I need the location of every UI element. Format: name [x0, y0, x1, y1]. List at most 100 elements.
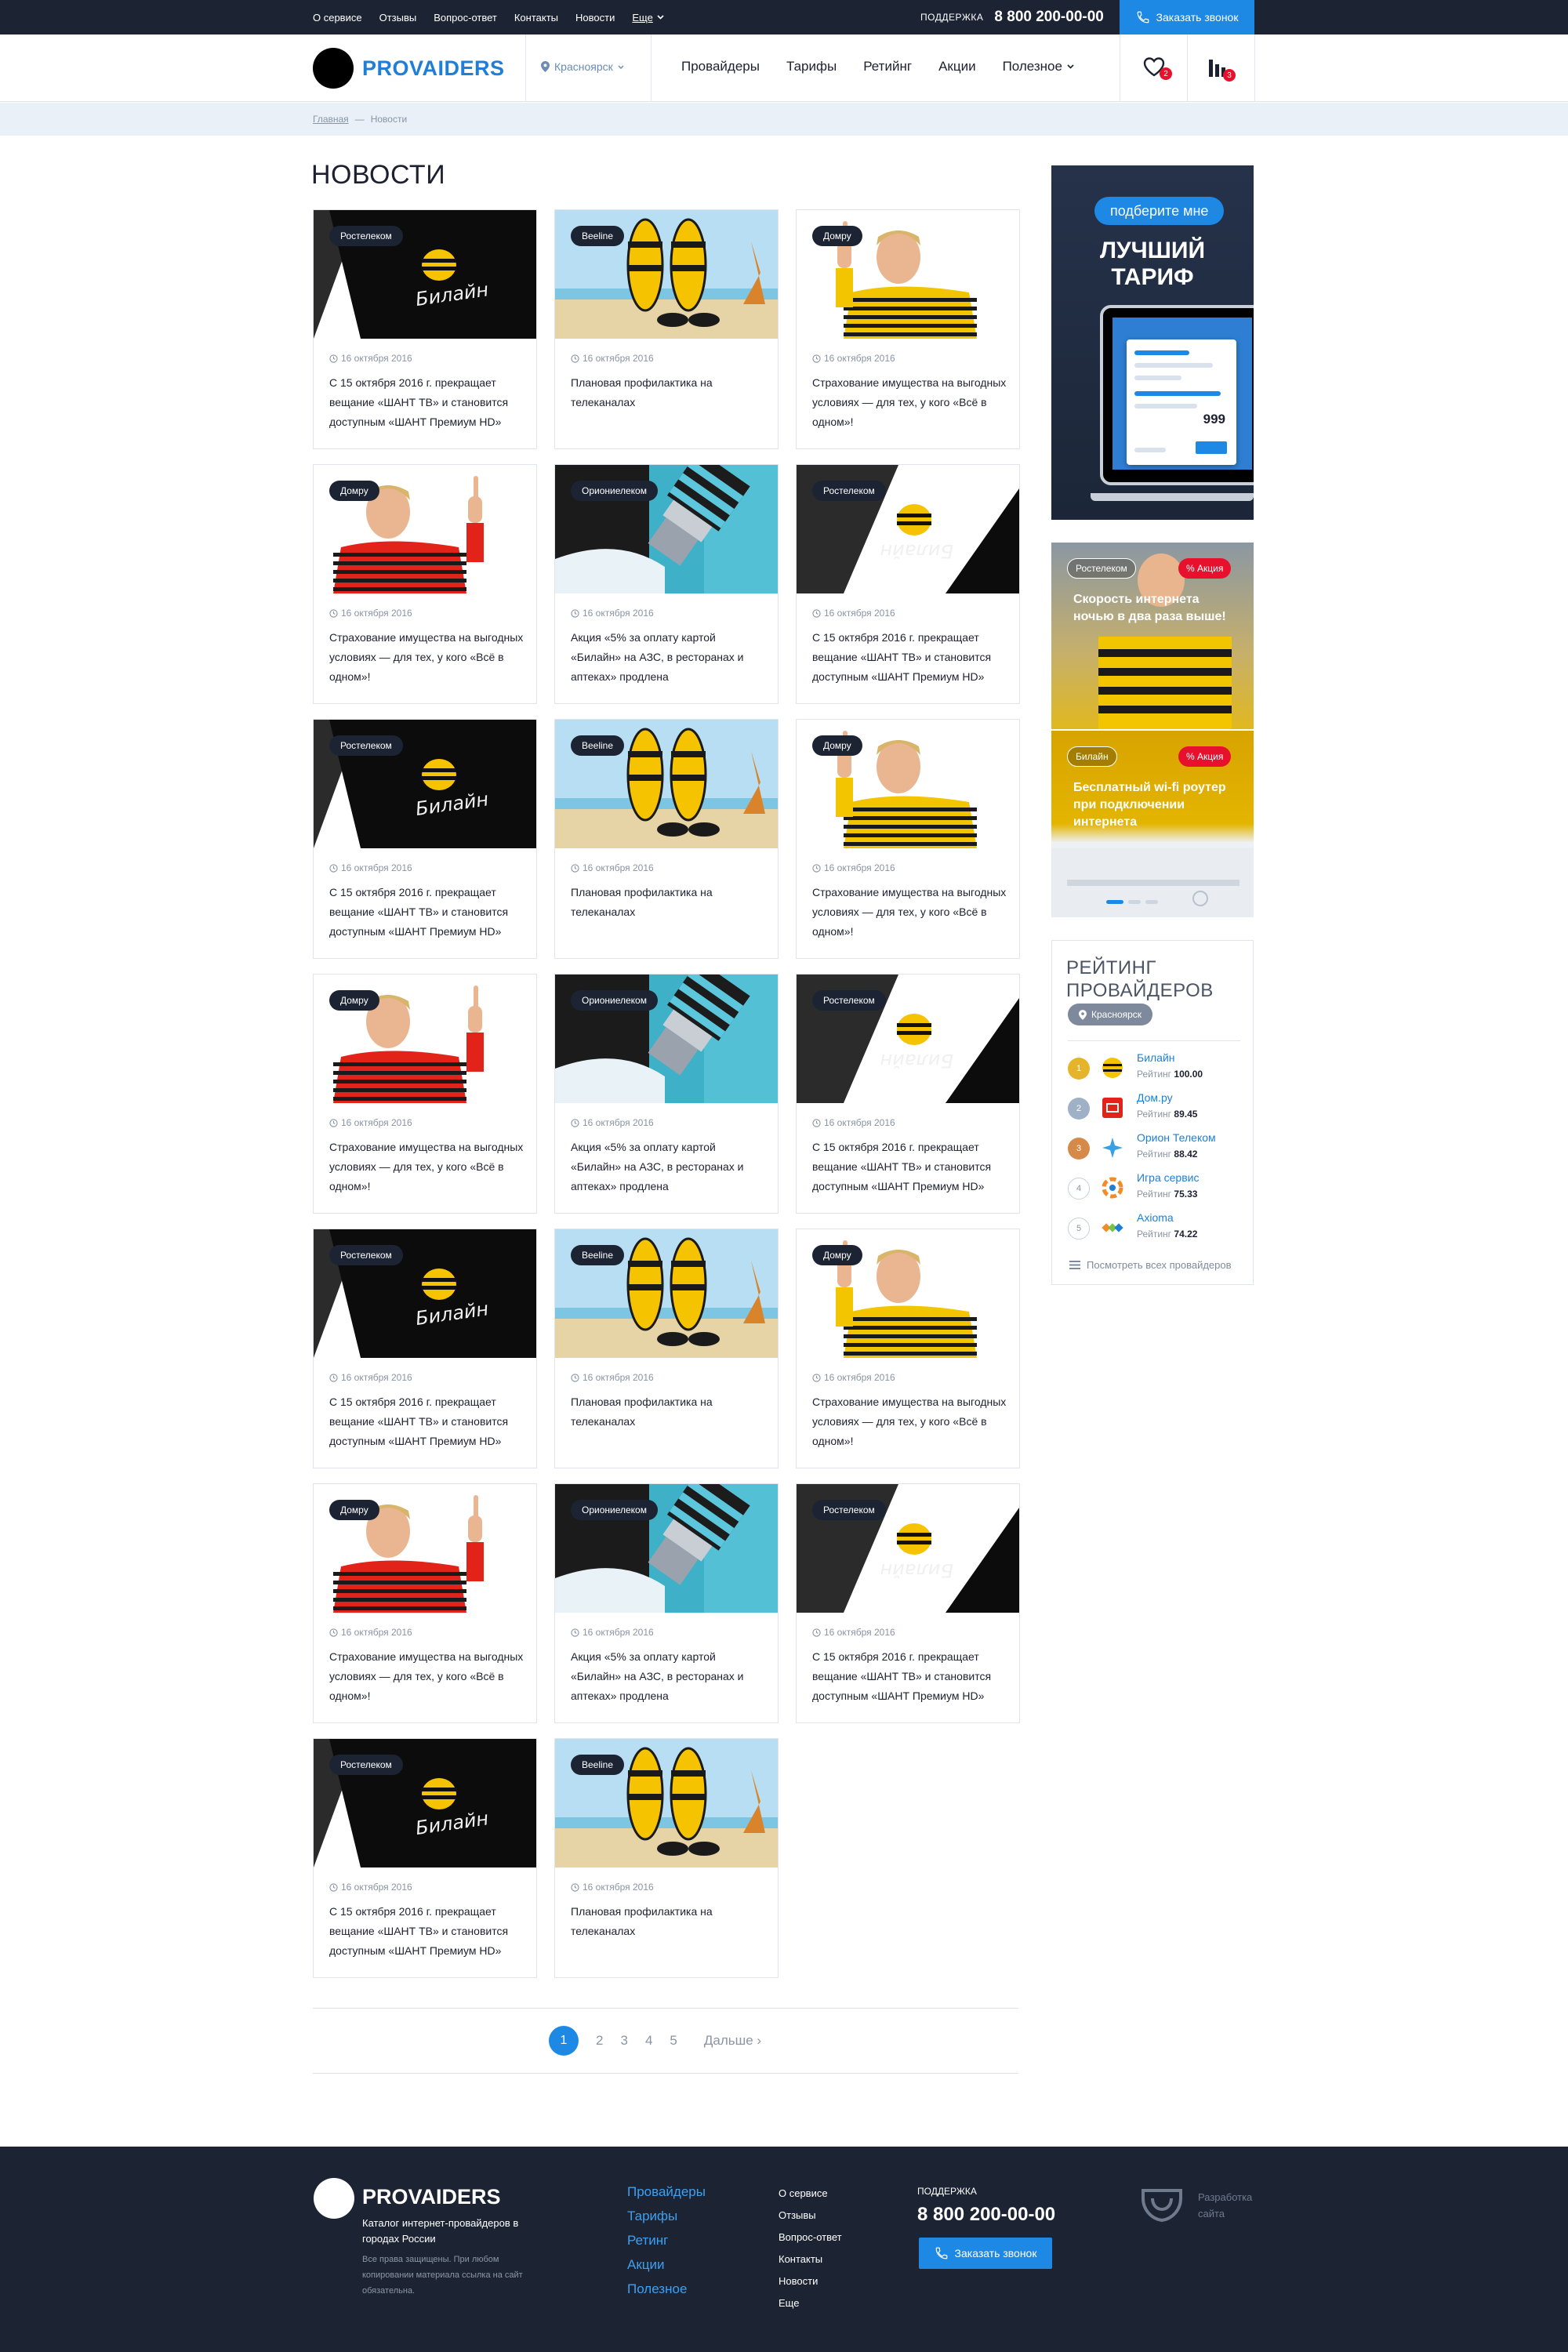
next-page-link[interactable]: Дальше ›: [704, 2033, 761, 2049]
news-card[interactable]: Ориониелеком 16 октября 2016 Акция «5% за …: [554, 464, 779, 704]
news-card[interactable]: Билайн Ростелеком 16 октября 2016 С 15 октя…: [313, 209, 537, 449]
page-1-button[interactable]: 1: [549, 2026, 579, 2056]
news-card[interactable]: Билайн Ростелеком 16 октября 2016 С 15 октя…: [313, 1229, 537, 1468]
breadcrumb-home[interactable]: Главная: [313, 114, 349, 125]
news-title[interactable]: С 15 октября 2016 г. прекращает вещание …: [812, 1138, 1008, 1196]
news-provider-tag[interactable]: Ростелеком: [812, 481, 886, 501]
footer-nav-useful[interactable]: Полезное: [627, 2281, 706, 2297]
compare-button[interactable]: 3: [1207, 56, 1236, 82]
provider-name[interactable]: Игра сервис: [1137, 1171, 1199, 1184]
developer-credit[interactable]: Разработка сайта: [1138, 2186, 1256, 2225]
news-provider-tag[interactable]: Домру: [812, 735, 862, 756]
news-card[interactable]: Билайн Ростелеком 16 октября 2016 С 15 октя…: [313, 1738, 537, 1978]
news-title[interactable]: Страхование имущества на выгодных услови…: [812, 373, 1008, 432]
news-card[interactable]: Домру 16 октября 2016 Страхование имуществ…: [796, 209, 1020, 449]
top-link-contacts[interactable]: Контакты: [514, 12, 558, 24]
news-card[interactable]: Домру 16 октября 2016 Страхование имуществ…: [313, 974, 537, 1214]
nav-providers[interactable]: Провайдеры: [681, 59, 760, 74]
slider-dot[interactable]: [1128, 900, 1141, 904]
rating-row[interactable]: 1 Билайн Рейтинг 100.00: [1068, 1050, 1240, 1086]
footer-logo-text[interactable]: PROVAIDERS: [362, 2185, 501, 2209]
rating-row[interactable]: 4 Игра сервис Рейтинг 75.33: [1068, 1170, 1240, 1206]
news-card[interactable]: Билайн Ростелеком 16 октября 2016 С 15 октя…: [796, 974, 1020, 1214]
news-title[interactable]: Акция «5% за оплату картой «Билайн» на А…: [571, 1647, 767, 1706]
news-card[interactable]: Домру 16 октября 2016 Страхование имуществ…: [796, 1229, 1020, 1468]
news-card[interactable]: Beeline 16 октября 2016 Плановая профилакт…: [554, 209, 779, 449]
news-title[interactable]: Страхование имущества на выгодных услови…: [812, 1392, 1008, 1451]
news-provider-tag[interactable]: Ростелеком: [329, 1245, 403, 1265]
nav-useful[interactable]: Полезное: [1003, 59, 1074, 74]
news-provider-tag[interactable]: Ориониелеком: [571, 481, 658, 501]
news-provider-tag[interactable]: Ростелеком: [329, 226, 403, 246]
city-selector[interactable]: Красноярск: [541, 60, 624, 73]
news-card[interactable]: Ориониелеком 16 октября 2016 Акция «5% за …: [554, 974, 779, 1214]
news-card[interactable]: Домру 16 октября 2016 Страхование имуществ…: [313, 464, 537, 704]
slider-dot[interactable]: [1145, 900, 1158, 904]
news-title[interactable]: С 15 октября 2016 г. прекращает вещание …: [329, 1392, 525, 1451]
news-title[interactable]: Страхование имущества на выгодных услови…: [329, 1647, 525, 1706]
news-title[interactable]: Страхование имущества на выгодных услови…: [812, 883, 1008, 942]
news-title[interactable]: Акция «5% за оплату картой «Билайн» на А…: [571, 628, 767, 687]
footer-logo-mark[interactable]: [314, 2178, 354, 2219]
rating-row[interactable]: 5 Axioma Рейтинг 74.22: [1068, 1210, 1240, 1246]
news-card[interactable]: Домру 16 октября 2016 Страхование имуществ…: [313, 1483, 537, 1723]
top-link-faq[interactable]: Вопрос-ответ: [434, 12, 497, 24]
news-card[interactable]: Ориониелеком 16 октября 2016 Акция «5% за …: [554, 1483, 779, 1723]
news-provider-tag[interactable]: Beeline: [571, 226, 625, 246]
news-provider-tag[interactable]: Ростелеком: [329, 1755, 403, 1775]
provider-name[interactable]: Орион Телеком: [1137, 1131, 1216, 1144]
news-card[interactable]: Билайн Ростелеком 16 октября 2016 С 15 октя…: [796, 1483, 1020, 1723]
top-link-about[interactable]: О сервисе: [313, 12, 362, 24]
news-provider-tag[interactable]: Домру: [812, 1245, 862, 1265]
promo-slide[interactable]: Ростелеком % Акция Скорость интернета но…: [1051, 543, 1254, 729]
news-provider-tag[interactable]: Beeline: [571, 1245, 625, 1265]
top-link-news[interactable]: Новости: [575, 12, 615, 24]
footer-support-phone[interactable]: 8 800 200-00-00: [917, 2204, 1055, 2226]
news-card[interactable]: Билайн Ростелеком 16 октября 2016 С 15 октя…: [313, 719, 537, 959]
footer-link-contacts[interactable]: Контакты: [779, 2253, 842, 2265]
footer-link-reviews[interactable]: Отзывы: [779, 2209, 842, 2221]
news-provider-tag[interactable]: Домру: [329, 1500, 379, 1520]
call-request-button[interactable]: Заказать звонок: [1120, 0, 1254, 34]
news-card[interactable]: Beeline 16 октября 2016 Плановая профилакт…: [554, 1229, 779, 1468]
news-card[interactable]: Билайн Ростелеком 16 октября 2016 С 15 октя…: [796, 464, 1020, 704]
news-provider-tag[interactable]: Домру: [812, 226, 862, 246]
news-card[interactable]: Beeline 16 октября 2016 Плановая профилакт…: [554, 719, 779, 959]
news-card[interactable]: Домру 16 октября 2016 Страхование имуществ…: [796, 719, 1020, 959]
top-link-reviews[interactable]: Отзывы: [379, 12, 417, 24]
tariff-promo-banner[interactable]: подберите мне ЛУЧШИЙ ТАРИФ 999: [1051, 165, 1254, 520]
news-title[interactable]: Плановая профилактика на телеканалах: [571, 883, 767, 922]
news-provider-tag[interactable]: Ростелеком: [812, 990, 886, 1011]
news-provider-tag[interactable]: Домру: [329, 481, 379, 501]
top-link-more[interactable]: Еще: [632, 12, 664, 24]
page-2-button[interactable]: 2: [596, 2033, 603, 2049]
provider-name[interactable]: Дом.ру: [1137, 1091, 1173, 1104]
news-title[interactable]: С 15 октября 2016 г. прекращает вещание …: [812, 1647, 1008, 1706]
favorites-button[interactable]: 2: [1142, 56, 1172, 80]
all-providers-link[interactable]: Посмотреть всех провайдеров: [1069, 1259, 1232, 1271]
news-provider-tag[interactable]: Ростелеком: [812, 1500, 886, 1520]
footer-link-news[interactable]: Новости: [779, 2275, 842, 2287]
provider-name[interactable]: Билайн: [1137, 1051, 1175, 1064]
logo-text[interactable]: PROVAIDERS: [362, 56, 505, 81]
rating-city-selector[interactable]: Красноярск: [1068, 1004, 1153, 1025]
provider-name[interactable]: Axioma: [1137, 1211, 1174, 1224]
news-provider-tag[interactable]: Ориониелеком: [571, 1500, 658, 1520]
rating-row[interactable]: 2 Дом.ру Рейтинг 89.45: [1068, 1090, 1240, 1126]
news-provider-tag[interactable]: Ориониелеком: [571, 990, 658, 1011]
footer-nav-tariffs[interactable]: Тарифы: [627, 2209, 706, 2224]
footer-nav-rating[interactable]: Ретинг: [627, 2233, 706, 2249]
page-5-button[interactable]: 5: [670, 2033, 677, 2049]
news-title[interactable]: Страхование имущества на выгодных услови…: [329, 628, 525, 687]
news-title[interactable]: С 15 октября 2016 г. прекращает вещание …: [329, 1902, 525, 1961]
nav-tariffs[interactable]: Тарифы: [786, 59, 837, 74]
news-provider-tag[interactable]: Beeline: [571, 1755, 625, 1775]
footer-link-faq[interactable]: Вопрос-ответ: [779, 2231, 842, 2243]
footer-link-more[interactable]: Еще: [779, 2297, 842, 2309]
nav-rating[interactable]: Ретийнг: [863, 59, 912, 74]
footer-nav-providers[interactable]: Провайдеры: [627, 2184, 706, 2200]
news-title[interactable]: Плановая профилактика на телеканалах: [571, 373, 767, 412]
news-title[interactable]: С 15 октября 2016 г. прекращает вещание …: [812, 628, 1008, 687]
news-title[interactable]: Страхование имущества на выгодных услови…: [329, 1138, 525, 1196]
news-provider-tag[interactable]: Домру: [329, 990, 379, 1011]
